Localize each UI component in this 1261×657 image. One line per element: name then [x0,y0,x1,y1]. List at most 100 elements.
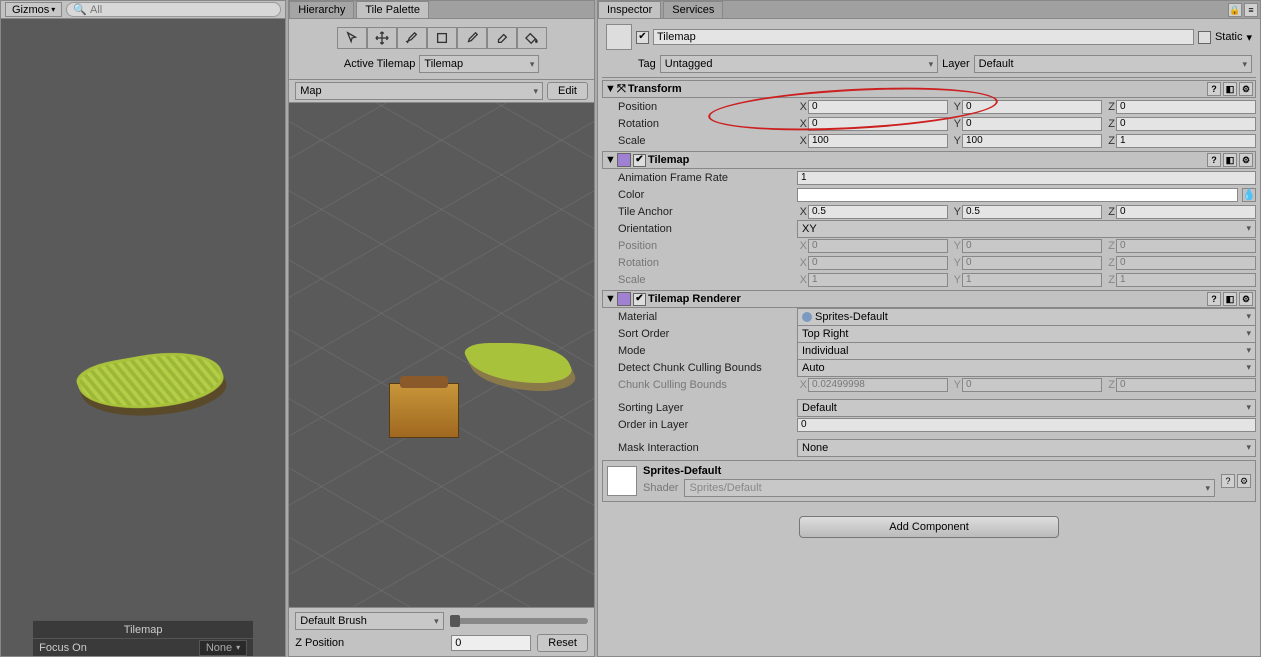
material-preview[interactable] [607,466,637,496]
lock-icon[interactable]: 🔒 [1228,3,1242,17]
anim-rate-label: Animation Frame Rate [618,172,793,184]
tile-anchor-x[interactable] [808,205,948,219]
gear-icon[interactable]: ⚙ [1239,153,1253,167]
tilemap-icon [617,153,631,167]
static-dropdown-icon[interactable]: ▾ [1246,31,1252,44]
add-component-button[interactable]: Add Component [799,516,1059,538]
transform-scale-x[interactable] [808,134,948,148]
reset-button[interactable]: Reset [537,634,588,652]
scene-footer: Tilemap Focus On None [33,620,253,656]
scene-panel: Gizmos 🔍 All Tilemap Focus On None [0,0,286,657]
brush-slider[interactable] [450,618,588,624]
gizmos-label: Gizmos [12,4,49,16]
layer-dropdown[interactable]: Default [974,55,1252,73]
fold-icon[interactable]: ▼ [605,83,615,95]
ccb-y [962,378,1102,392]
palette-view[interactable] [289,103,594,607]
tile-anchor-y[interactable] [962,205,1102,219]
menu-icon[interactable]: ≡ [1244,3,1258,17]
sorting-layer-dropdown[interactable]: Default [797,399,1256,417]
transform-position-z[interactable] [1116,100,1256,114]
sort-order-dropdown[interactable]: Top Right [797,325,1256,343]
dccb-label: Detect Chunk Culling Bounds [618,362,793,374]
transform-scale-z[interactable] [1116,134,1256,148]
fold-icon[interactable]: ▼ [605,293,615,305]
scene-search-input[interactable]: 🔍 All [66,2,281,17]
active-tilemap-row: Active Tilemap Tilemap [289,53,594,79]
tilemap-header[interactable]: ▼ ✔ Tilemap ?◧⚙ [602,151,1256,169]
box-tool-button[interactable] [427,27,457,49]
help-icon[interactable]: ? [1207,82,1221,96]
palette-edit-button[interactable]: Edit [547,82,588,100]
y-label: Y [951,118,961,130]
gameobject-name-field[interactable] [653,29,1194,45]
preset-icon[interactable]: ◧ [1223,153,1237,167]
transform-header[interactable]: ▼ ⤧ Transform ?◧⚙ [602,80,1256,98]
material-dot-icon [802,312,812,322]
transform-scale-row: Scale X Y Z [602,132,1256,149]
anim-rate-field[interactable] [797,171,1256,185]
transform-position-y[interactable] [962,100,1102,114]
gear-icon[interactable]: ⚙ [1237,474,1251,488]
preset-icon[interactable]: ◧ [1223,292,1237,306]
picker-tool-button[interactable] [457,27,487,49]
eyedropper-icon[interactable]: 💧 [1242,188,1256,202]
renderer-enabled-checkbox[interactable]: ✔ [633,293,646,306]
tile-anchor-z[interactable] [1116,205,1256,219]
help-icon[interactable]: ? [1221,474,1235,488]
static-checkbox[interactable] [1198,31,1211,44]
help-icon[interactable]: ? [1207,153,1221,167]
tag-dropdown[interactable]: Untagged [660,55,938,73]
brush-tool-button[interactable] [397,27,427,49]
tm-position-label: Position [618,240,793,252]
mode-dropdown[interactable]: Individual [797,342,1256,360]
gear-icon[interactable]: ⚙ [1239,292,1253,306]
transform-rotation-z[interactable] [1116,117,1256,131]
fold-icon[interactable]: ▼ [605,154,615,166]
transform-position-x[interactable] [808,100,948,114]
brush-dropdown[interactable]: Default Brush [295,612,443,630]
tab-inspector[interactable]: Inspector [598,1,661,18]
focus-on-label: Focus On [39,642,87,654]
select-tool-button[interactable] [337,27,367,49]
tag-value: Untagged [665,58,713,70]
palette-map-dropdown[interactable]: Map [295,82,543,100]
z-position-field[interactable] [451,635,531,651]
tilemap-enabled-checkbox[interactable]: ✔ [633,154,646,167]
palette-tile-house[interactable] [389,383,459,438]
tm-scale-x [808,273,948,287]
transform-rotation-y[interactable] [962,117,1102,131]
palette-tile-grass[interactable] [460,343,579,383]
active-tilemap-dropdown[interactable]: Tilemap [419,55,539,73]
tab-services[interactable]: Services [663,1,723,18]
tile-anchor-label: Tile Anchor [618,206,793,218]
order-in-layer-field[interactable] [797,418,1256,432]
help-icon[interactable]: ? [1207,292,1221,306]
gizmos-dropdown[interactable]: Gizmos [5,2,62,17]
add-component-row: Add Component [602,502,1256,552]
gear-icon[interactable]: ⚙ [1239,82,1253,96]
eraser-tool-button[interactable] [487,27,517,49]
gameobject-icon[interactable] [606,24,632,50]
preset-icon[interactable]: ◧ [1223,82,1237,96]
transform-icon: ⤧ [617,83,626,96]
scene-view[interactable]: Tilemap Focus On None [1,19,285,656]
shader-dropdown[interactable]: Sprites/Default [684,479,1215,497]
focus-on-dropdown[interactable]: None [199,640,247,656]
mask-interaction-dropdown[interactable]: None [797,439,1256,457]
tm-scale-label: Scale [618,274,793,286]
fill-tool-button[interactable] [517,27,547,49]
sort-order-value: Top Right [802,328,848,340]
material-field[interactable]: Sprites-Default [797,308,1256,326]
tab-hierarchy[interactable]: Hierarchy [289,1,354,18]
tab-inspector-label: Inspector [607,4,652,16]
gameobject-enabled-checkbox[interactable]: ✔ [636,31,649,44]
dccb-dropdown[interactable]: Auto [797,359,1256,377]
move-tool-button[interactable] [367,27,397,49]
color-field[interactable] [797,188,1238,202]
renderer-header[interactable]: ▼ ✔ Tilemap Renderer ?◧⚙ [602,290,1256,308]
orientation-dropdown[interactable]: XY [797,220,1256,238]
transform-scale-y[interactable] [962,134,1102,148]
transform-rotation-x[interactable] [808,117,948,131]
tab-tile-palette[interactable]: Tile Palette [356,1,429,18]
